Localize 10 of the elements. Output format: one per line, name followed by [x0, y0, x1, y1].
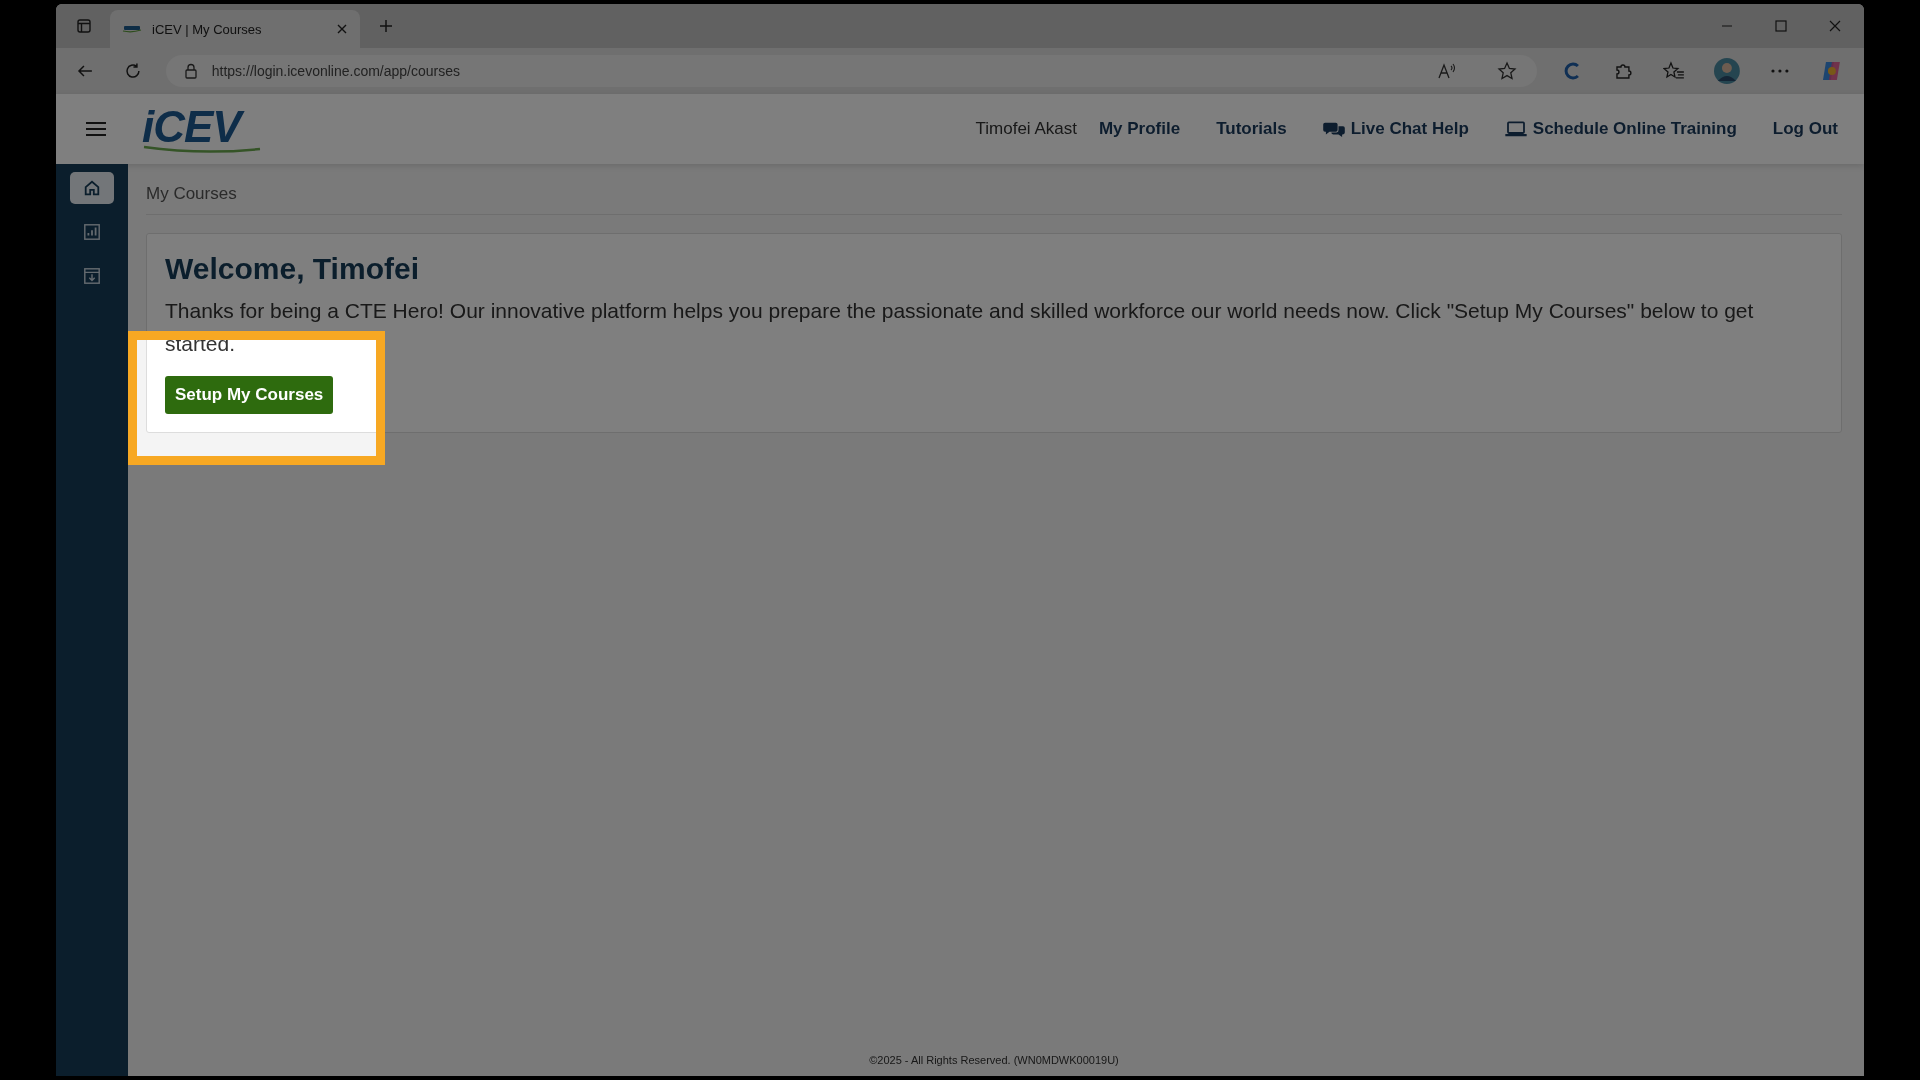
welcome-text: Thanks for being a CTE Hero! Our innovative platform helps you prepare the passionate and skilled workforce our world needs now. Click "Setup My Courses" below to get started.: [165, 298, 1755, 357]
nav-link[interactable]: Schedule Online Training: [1504, 119, 1737, 139]
tab-title: iCEV | My Courses: [152, 21, 263, 37]
nav-link[interactable]: Live Chat Help: [1322, 119, 1469, 139]
user-name: Timofei Akast: [975, 119, 1077, 139]
nav-link[interactable]: My Profile: [1098, 119, 1181, 139]
setup-courses-button[interactable]: Setup My Courses: [165, 376, 334, 414]
welcome-heading: Welcome, Timofei: [165, 252, 420, 286]
nav-link[interactable]: Log Out: [1772, 119, 1838, 139]
footer-text: ©2025 - All Rights Reserved. (WN0MDWK00019U): [868, 1053, 1120, 1068]
